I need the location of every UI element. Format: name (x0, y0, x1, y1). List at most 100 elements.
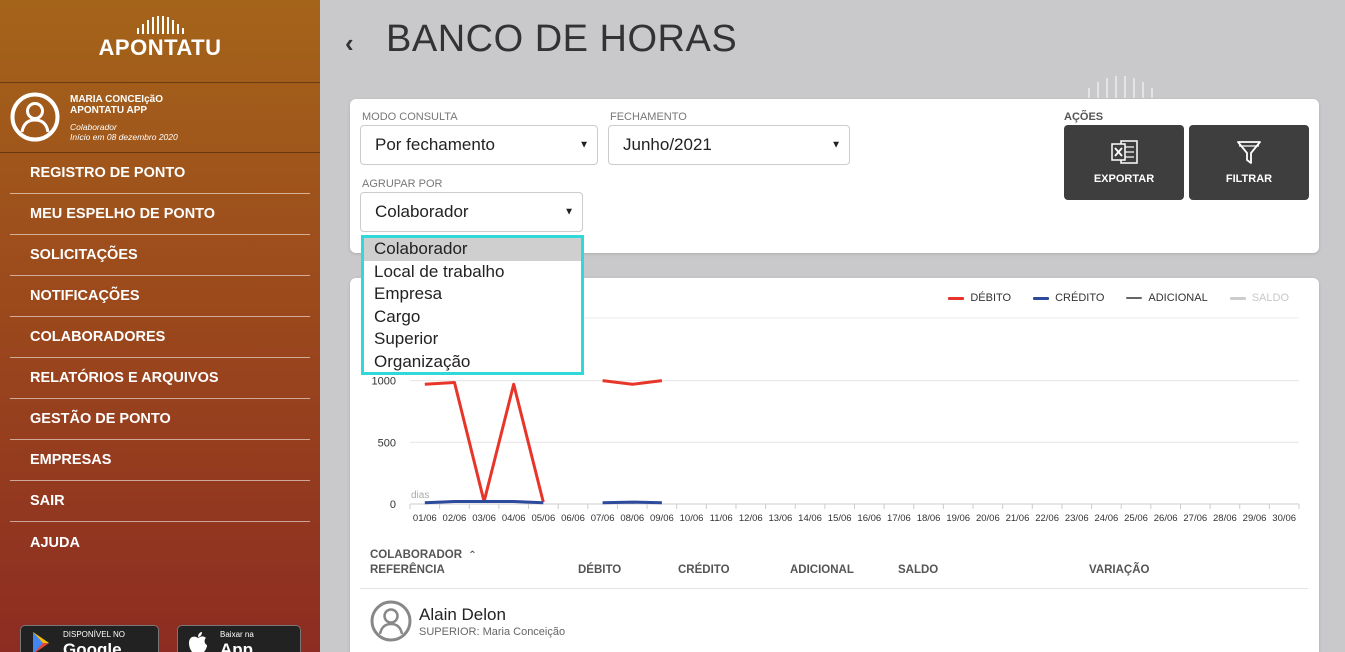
option-empresa[interactable]: Empresa (364, 283, 581, 306)
page-title: BANCO DE HORAS (386, 18, 738, 60)
xtick-label: 24/06 (1094, 513, 1118, 524)
ytick-label: 500 (378, 437, 396, 449)
app-store-big: App Store (220, 640, 254, 652)
xtick-label: 18/06 (917, 513, 941, 524)
nav-ajuda[interactable]: AJUDA (10, 522, 310, 563)
xtick-label: 17/06 (887, 513, 911, 524)
xtick-label: 03/06 (472, 513, 496, 524)
table-divider (360, 588, 1308, 589)
user-profile: MARIA CONCEIçãO APONTATU APP Colaborador… (0, 82, 320, 153)
ytick-label: 0 (390, 499, 396, 511)
nav-relatorios-e-arquivos[interactable]: RELATÓRIOS E ARQUIVOS (10, 358, 310, 399)
xtick-label: 08/06 (620, 513, 644, 524)
xtick-label: 06/06 (561, 513, 585, 524)
nav-empresas[interactable]: EMPRESAS (10, 440, 310, 481)
xtick-label: 28/06 (1213, 513, 1237, 524)
col-variacao: VARIAÇÃO (1089, 564, 1150, 576)
xtick-label: 25/06 (1124, 513, 1148, 524)
chevron-down-icon: ▼ (579, 139, 589, 151)
xtick-label: 12/06 (739, 513, 763, 524)
option-superior[interactable]: Superior (364, 328, 581, 351)
logo-bars-icon (0, 16, 320, 34)
option-organizacao[interactable]: Organização (364, 351, 581, 374)
table-row-superior: SUPERIOR: Maria Conceição (419, 626, 566, 638)
xtick-label: 01/06 (413, 513, 437, 524)
nav-colaboradores[interactable]: COLABORADORES (10, 317, 310, 358)
exportar-button[interactable]: EXPORTAR (1064, 125, 1184, 200)
filter-icon (1237, 141, 1261, 164)
xtick-label: 20/06 (976, 513, 1000, 524)
xtick-label: 26/06 (1154, 513, 1178, 524)
sort-icon[interactable]: ⌃ (468, 550, 476, 561)
nav-meu-espelho-de-ponto[interactable]: MEU ESPELHO DE PONTO (10, 194, 310, 235)
table-row-name[interactable]: Alain Delon (419, 605, 506, 625)
excel-icon (1111, 140, 1138, 164)
series-line-debito (602, 379, 663, 386)
logo-text: APONTATU (98, 35, 222, 60)
agrupar-por-dropdown-list: Colaborador Local de trabalho Empresa Ca… (361, 235, 584, 375)
modo-consulta-select[interactable]: Por fechamento ▼ (360, 125, 598, 165)
filtrar-label: FILTRAR (1225, 173, 1273, 185)
option-cargo[interactable]: Cargo (364, 306, 581, 329)
xtick-label: 11/06 (710, 513, 733, 524)
nav-notificacoes[interactable]: NOTIFICAÇÕES (10, 276, 310, 317)
ytick-label: 1000 (372, 376, 396, 388)
nav-sair[interactable]: SAIR (10, 481, 310, 522)
fechamento-value: Junho/2021 (623, 135, 712, 154)
person-avatar-icon (370, 600, 412, 642)
sidebar-nav: REGISTRO DE PONTO MEU ESPELHO DE PONTO S… (10, 153, 310, 563)
xtick-label: 23/06 (1065, 513, 1089, 524)
col-saldo: SALDO (898, 564, 939, 576)
y-axis-label: dias (411, 490, 429, 501)
agrupar-por-label: AGRUPAR POR (362, 178, 443, 190)
xtick-label: 27/06 (1183, 513, 1207, 524)
filter-card: MODO CONSULTA Por fechamento ▼ FECHAMENT… (350, 99, 1319, 253)
col-debito: DÉBITO (578, 564, 622, 576)
col-referencia: REFERÊNCIA (370, 564, 445, 576)
filtrar-button[interactable]: FILTRAR (1189, 125, 1309, 200)
xtick-label: 15/06 (828, 513, 852, 524)
nav-registro-de-ponto[interactable]: REGISTRO DE PONTO (10, 153, 310, 194)
exportar-label: EXPORTAR (1093, 173, 1155, 185)
xtick-label: 14/06 (798, 513, 822, 524)
user-role: Colaborador (70, 122, 117, 132)
xtick-label: 09/06 (650, 513, 674, 524)
decorative-bars (1088, 76, 1153, 98)
fechamento-label: FECHAMENTO (610, 111, 687, 123)
xtick-label: 30/06 (1272, 513, 1296, 524)
xtick-label: 29/06 (1243, 513, 1267, 524)
xtick-label: 21/06 (1006, 513, 1030, 524)
col-credito: CRÉDITO (678, 564, 730, 576)
chevron-down-icon: ▼ (564, 206, 574, 218)
option-local-de-trabalho[interactable]: Local de trabalho (364, 261, 581, 284)
modo-consulta-label: MODO CONSULTA (362, 111, 458, 123)
col-colaborador[interactable]: COLABORADOR ⌃ (370, 549, 477, 561)
app-store-badge[interactable]: Baixar na App Store (177, 625, 301, 652)
agrupar-por-select[interactable]: Colaborador ▼ (360, 192, 583, 232)
back-chevron-icon[interactable]: ‹ (345, 28, 354, 59)
user-avatar-icon[interactable] (10, 92, 60, 142)
agrupar-por-value: Colaborador (375, 202, 469, 221)
nav-solicitacoes[interactable]: SOLICITAÇÕES (10, 235, 310, 276)
modo-consulta-value: Por fechamento (375, 135, 496, 154)
series-line-credito (424, 500, 544, 505)
chevron-down-icon: ▼ (831, 139, 841, 151)
option-colaborador[interactable]: Colaborador (364, 238, 581, 261)
fechamento-select[interactable]: Junho/2021 ▼ (608, 125, 850, 165)
xtick-label: 16/06 (857, 513, 881, 524)
xtick-label: 19/06 (946, 513, 970, 524)
apple-icon (189, 632, 207, 652)
xtick-label: 13/06 (769, 513, 793, 524)
google-play-big: Google Play (63, 640, 122, 652)
apontatu-logo[interactable]: APONTATU (0, 16, 320, 61)
nav-gestao-de-ponto[interactable]: GESTÃO DE PONTO (10, 399, 310, 440)
col-colaborador-label: COLABORADOR (370, 549, 462, 561)
google-play-icon (33, 632, 49, 652)
col-adicional: ADICIONAL (790, 564, 854, 576)
google-play-badge[interactable]: DISPONÍVEL NO Google Play (20, 625, 159, 652)
google-play-small: DISPONÍVEL NO (63, 630, 125, 639)
xtick-label: 10/06 (680, 513, 704, 524)
series-line-credito (602, 500, 662, 505)
user-name: MARIA CONCEIçãO (70, 94, 163, 105)
xtick-label: 07/06 (591, 513, 615, 524)
